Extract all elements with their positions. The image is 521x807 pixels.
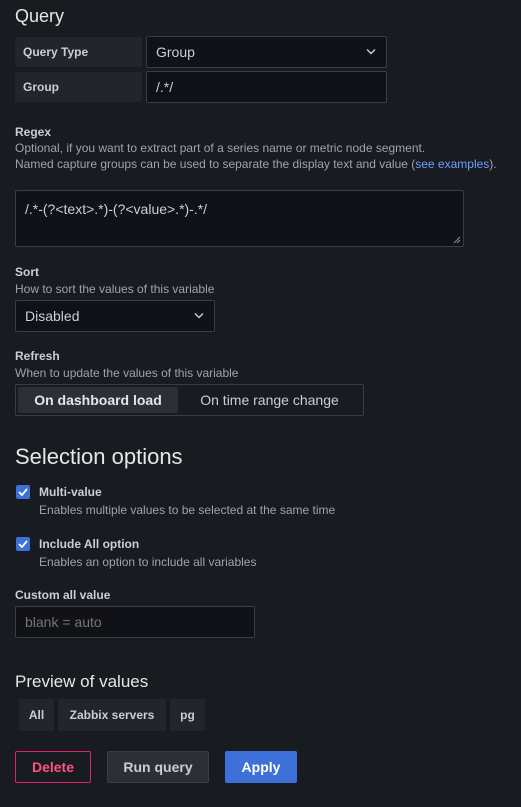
- preview-value-chip: pg: [170, 699, 205, 731]
- refresh-option-time-range-change[interactable]: On time range change: [178, 387, 361, 413]
- regex-value: /.*-(?<text>.*)-(?<value>.*)-.*/: [25, 201, 208, 217]
- regex-help-suffix: ).: [489, 157, 497, 171]
- regex-help-line1: Optional, if you want to extract part of…: [15, 141, 426, 155]
- regex-help-line2: Named capture groups can be used to sepa…: [15, 156, 515, 172]
- group-input[interactable]: /.*/: [146, 71, 387, 103]
- multi-value-help: Enables multiple values to be selected a…: [39, 503, 336, 517]
- chevron-down-icon: [366, 47, 376, 58]
- sort-value: Disabled: [25, 308, 80, 324]
- regex-label: Regex: [15, 125, 52, 139]
- checkmark-icon: [18, 488, 28, 496]
- group-label: Group: [15, 72, 142, 102]
- refresh-help: When to update the values of this variab…: [15, 366, 239, 380]
- selection-options-title: Selection options: [15, 444, 183, 469]
- sort-select[interactable]: Disabled: [15, 300, 215, 332]
- regex-help: Optional, if you want to extract part of…: [15, 140, 515, 172]
- query-type-value: Group: [156, 44, 195, 60]
- checkmark-icon: [18, 540, 28, 548]
- sort-label: Sort: [15, 265, 39, 279]
- preview-value-chip: Zabbix servers: [58, 699, 166, 731]
- multi-value-checkbox[interactable]: [16, 485, 30, 499]
- delete-button[interactable]: Delete: [15, 751, 91, 783]
- see-examples-link[interactable]: see examples: [415, 157, 489, 171]
- preview-value-chip: All: [19, 699, 54, 731]
- regex-help-prefix: Named capture groups can be used to sepa…: [15, 157, 416, 171]
- chevron-down-icon: [194, 311, 204, 322]
- query-type-select[interactable]: Group: [146, 36, 387, 68]
- query-section-title: Query: [15, 6, 65, 26]
- group-value: /.*/: [156, 79, 174, 95]
- include-all-label: Include All option: [39, 537, 140, 551]
- refresh-option-dashboard-load[interactable]: On dashboard load: [18, 387, 178, 413]
- resize-handle-icon[interactable]: [453, 236, 461, 244]
- run-query-button[interactable]: Run query: [107, 751, 209, 783]
- custom-all-input[interactable]: [15, 606, 255, 638]
- query-type-label: Query Type: [15, 37, 142, 67]
- sort-help: How to sort the values of this variable: [15, 282, 215, 296]
- refresh-radio-group: On dashboard load On time range change: [15, 384, 364, 416]
- regex-textarea[interactable]: /.*-(?<text>.*)-(?<value>.*)-.*/: [15, 190, 464, 247]
- preview-title: Preview of values: [15, 672, 149, 691]
- apply-button[interactable]: Apply: [225, 751, 297, 783]
- include-all-checkbox[interactable]: [16, 537, 30, 551]
- refresh-label: Refresh: [15, 349, 60, 363]
- include-all-help: Enables an option to include all variabl…: [39, 555, 257, 569]
- multi-value-label: Multi-value: [39, 485, 102, 499]
- custom-all-label: Custom all value: [15, 588, 111, 602]
